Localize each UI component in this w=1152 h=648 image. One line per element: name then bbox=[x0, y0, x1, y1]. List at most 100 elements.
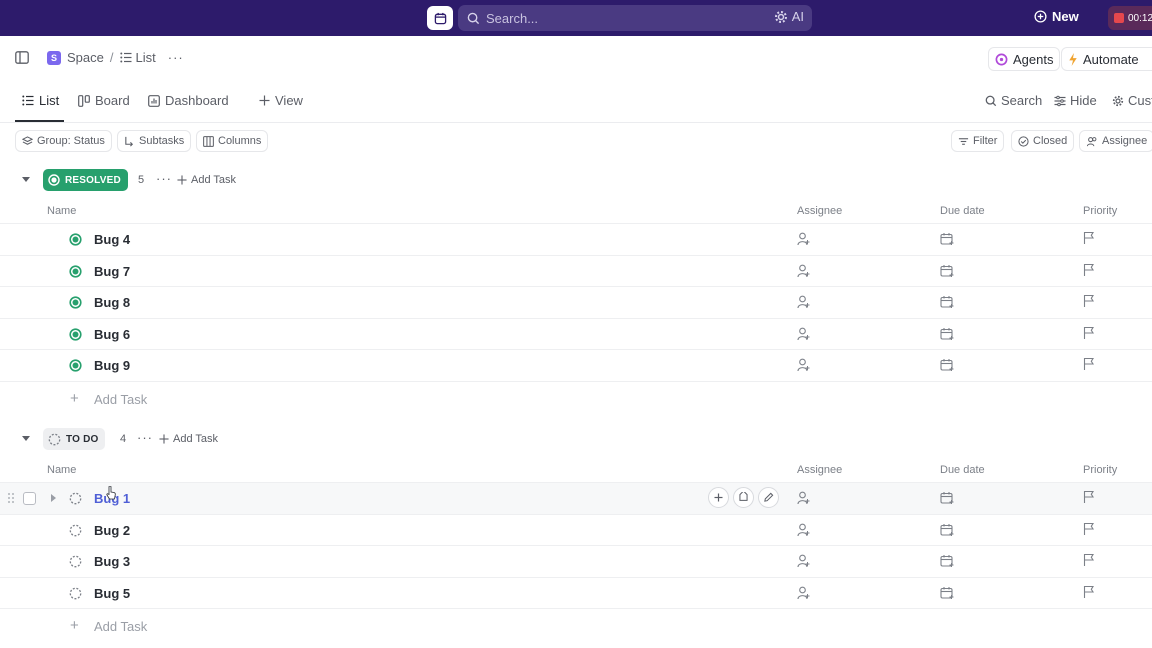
due-date-calendar-icon[interactable] bbox=[940, 327, 954, 341]
column-due-date[interactable]: Due date bbox=[940, 464, 985, 476]
due-date-calendar-icon[interactable] bbox=[940, 358, 954, 372]
due-date-calendar-icon[interactable] bbox=[940, 554, 954, 568]
due-date-calendar-icon[interactable] bbox=[940, 523, 954, 537]
column-priority[interactable]: Priority bbox=[1083, 464, 1117, 476]
due-date-calendar-icon[interactable] bbox=[940, 586, 954, 600]
task-name[interactable]: Bug 6 bbox=[94, 327, 130, 342]
tab-board[interactable]: Board bbox=[78, 93, 130, 108]
resolved-status-icon[interactable] bbox=[69, 233, 82, 246]
priority-flag-icon[interactable] bbox=[1083, 231, 1095, 245]
breadcrumb-more-button[interactable]: ··· bbox=[168, 50, 184, 65]
task-name[interactable]: Bug 2 bbox=[94, 523, 130, 538]
search-tasks-button[interactable]: Search bbox=[985, 93, 1042, 108]
subtasks-button[interactable]: Subtasks bbox=[117, 130, 192, 152]
column-name[interactable]: Name bbox=[47, 464, 76, 476]
agents-button[interactable]: Agents bbox=[988, 47, 1061, 71]
resolved-status-icon[interactable] bbox=[69, 296, 82, 309]
assignee-add-icon[interactable] bbox=[797, 264, 810, 278]
due-date-calendar-icon[interactable] bbox=[940, 295, 954, 309]
assignee-add-icon[interactable] bbox=[797, 491, 810, 505]
table-row[interactable]: Bug 5 bbox=[0, 576, 1152, 609]
breadcrumb-list[interactable]: List bbox=[119, 50, 156, 65]
add-tag-button[interactable] bbox=[733, 487, 754, 508]
assignee-add-icon[interactable] bbox=[797, 523, 810, 537]
priority-flag-icon[interactable] bbox=[1083, 522, 1095, 536]
task-name[interactable]: Bug 4 bbox=[94, 232, 130, 247]
task-name[interactable]: Bug 9 bbox=[94, 358, 130, 373]
sidebar-toggle-button[interactable] bbox=[15, 51, 29, 64]
resolved-status-icon[interactable] bbox=[69, 359, 82, 372]
task-name[interactable]: Bug 8 bbox=[94, 295, 130, 310]
assignee-add-icon[interactable] bbox=[797, 554, 810, 568]
assignee-add-icon[interactable] bbox=[797, 358, 810, 372]
table-row[interactable]: Bug 2 bbox=[0, 513, 1152, 546]
global-search-input[interactable]: Search... AI bbox=[458, 5, 812, 31]
priority-flag-icon[interactable] bbox=[1083, 490, 1095, 504]
column-assignee[interactable]: Assignee bbox=[797, 205, 842, 217]
add-view-button[interactable]: View bbox=[259, 93, 303, 108]
table-row[interactable]: Bug 9 bbox=[0, 349, 1152, 381]
calendar-button[interactable] bbox=[427, 6, 453, 30]
assignee-add-icon[interactable] bbox=[797, 295, 810, 309]
table-row[interactable]: Bug 3 bbox=[0, 545, 1152, 577]
group-more-button[interactable]: ··· bbox=[156, 171, 172, 186]
customize-button[interactable]: Cust bbox=[1112, 93, 1152, 108]
due-date-calendar-icon[interactable] bbox=[940, 264, 954, 278]
priority-flag-icon[interactable] bbox=[1083, 585, 1095, 599]
todo-status-icon[interactable] bbox=[69, 587, 82, 600]
new-button[interactable]: New bbox=[1034, 9, 1079, 24]
task-name[interactable]: Bug 5 bbox=[94, 586, 130, 601]
column-assignee[interactable]: Assignee bbox=[797, 464, 842, 476]
breadcrumb-space[interactable]: Space bbox=[67, 50, 104, 65]
resolved-status-icon[interactable] bbox=[69, 264, 82, 278]
status-badge-resolved[interactable]: RESOLVED bbox=[43, 169, 128, 191]
due-date-calendar-icon[interactable] bbox=[940, 491, 954, 505]
group-more-button[interactable]: ··· bbox=[137, 430, 153, 445]
todo-status-icon[interactable] bbox=[69, 492, 82, 505]
priority-flag-icon[interactable] bbox=[1083, 326, 1095, 340]
column-due-date[interactable]: Due date bbox=[940, 205, 985, 217]
automate-button[interactable]: Automate bbox=[1061, 47, 1152, 71]
priority-flag-icon[interactable] bbox=[1083, 263, 1095, 277]
assignee-add-icon[interactable] bbox=[797, 232, 810, 246]
table-row[interactable]: Bug 7 bbox=[0, 254, 1152, 287]
table-row[interactable]: Bug 4 bbox=[0, 223, 1152, 255]
drag-handle-icon[interactable] bbox=[8, 493, 14, 503]
collapse-caret-icon[interactable] bbox=[22, 177, 30, 182]
tab-list[interactable]: List bbox=[22, 93, 59, 108]
priority-flag-icon[interactable] bbox=[1083, 553, 1095, 567]
todo-status-icon[interactable] bbox=[69, 555, 82, 568]
hide-button[interactable]: Hide bbox=[1054, 93, 1097, 108]
ai-button[interactable]: AI bbox=[774, 9, 804, 24]
task-name[interactable]: Bug 3 bbox=[94, 554, 130, 569]
task-name[interactable]: Bug 7 bbox=[94, 264, 130, 279]
expand-subtasks-icon[interactable] bbox=[51, 494, 56, 502]
column-priority[interactable]: Priority bbox=[1083, 205, 1117, 217]
priority-flag-icon[interactable] bbox=[1083, 294, 1095, 308]
tab-dashboard[interactable]: Dashboard bbox=[148, 93, 229, 108]
add-task-row[interactable]: + Add Task bbox=[0, 380, 1152, 415]
add-subtask-button[interactable] bbox=[708, 487, 729, 508]
row-checkbox[interactable] bbox=[23, 492, 36, 505]
table-row[interactable]: Bug 8 bbox=[0, 286, 1152, 318]
assignee-filter-button[interactable]: Assignee bbox=[1079, 130, 1152, 152]
closed-toggle-button[interactable]: Closed bbox=[1011, 130, 1075, 152]
add-task-row[interactable]: + Add Task bbox=[0, 608, 1152, 642]
columns-button[interactable]: Columns bbox=[196, 130, 269, 152]
resolved-status-icon[interactable] bbox=[69, 327, 82, 341]
priority-flag-icon[interactable] bbox=[1083, 357, 1095, 371]
status-badge-todo[interactable]: TO DO bbox=[43, 428, 106, 450]
group-add-task-button[interactable]: Add Task bbox=[159, 433, 218, 445]
assignee-add-icon[interactable] bbox=[797, 327, 810, 341]
assignee-add-icon[interactable] bbox=[797, 586, 810, 600]
todo-status-icon[interactable] bbox=[69, 524, 82, 537]
table-row[interactable]: Bug 6 bbox=[0, 317, 1152, 350]
filter-button[interactable]: Filter bbox=[951, 130, 1005, 152]
table-row[interactable]: Bug 1 bbox=[0, 482, 1152, 514]
rename-button[interactable] bbox=[758, 487, 779, 508]
collapse-caret-icon[interactable] bbox=[22, 436, 30, 441]
column-name[interactable]: Name bbox=[47, 205, 76, 217]
due-date-calendar-icon[interactable] bbox=[940, 232, 954, 246]
group-add-task-button[interactable]: Add Task bbox=[177, 174, 236, 186]
timer-button[interactable]: 00:12 bbox=[1108, 6, 1152, 30]
